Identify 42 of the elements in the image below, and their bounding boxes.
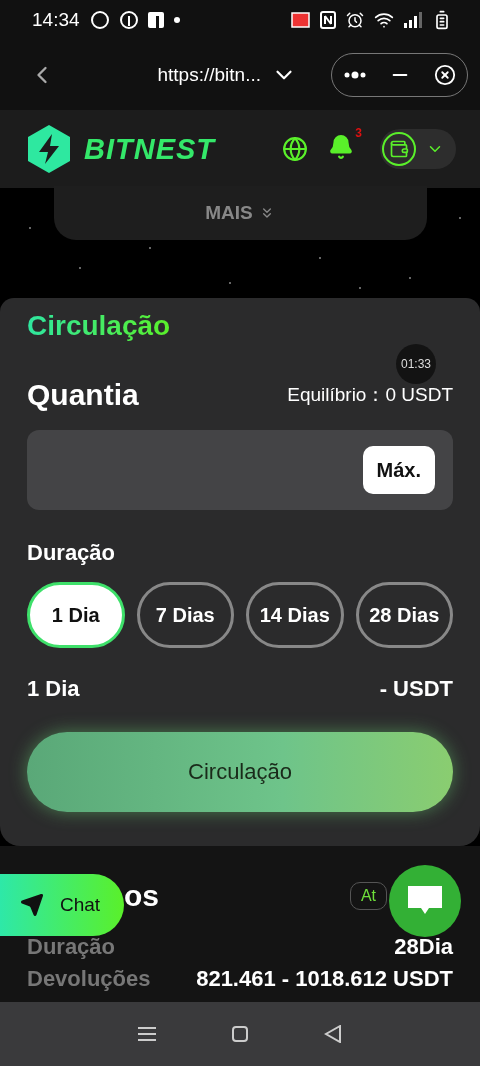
notifications-icon[interactable]: [328, 134, 354, 160]
alarm-icon: [346, 11, 364, 29]
balance-value: 0 USDT: [385, 384, 453, 406]
wallet-icon: [389, 139, 409, 159]
status-time: 14:34: [32, 9, 80, 31]
balance-label: Equilíbrio：: [287, 383, 386, 407]
detail-value: 821.461 - 1018.612 USDT: [196, 966, 453, 992]
section-title: os: [124, 879, 159, 913]
home-icon[interactable]: [232, 1026, 248, 1042]
duration-label: Duração: [27, 540, 117, 566]
nfc-icon: [320, 11, 336, 29]
logo-icon: [26, 124, 72, 174]
chat-button[interactable]: Chat: [0, 874, 124, 936]
detail-label: Devoluções: [27, 966, 151, 992]
summary-amount: - USDT: [379, 676, 453, 702]
send-icon: [20, 893, 44, 917]
close-icon[interactable]: [433, 64, 456, 86]
duration-option[interactable]: 14 Dias: [246, 582, 344, 648]
max-button[interactable]: Máx.: [362, 446, 435, 494]
notification-dot-icon: [173, 17, 180, 23]
duration-option[interactable]: 28 Dias: [355, 582, 453, 648]
notification-count: 3: [355, 126, 362, 140]
duration-option[interactable]: 1 Dia: [27, 582, 125, 648]
detail-label: Duração: [27, 934, 116, 960]
wifi-icon: [374, 10, 394, 30]
amount-field[interactable]: Máx.: [27, 430, 453, 510]
submit-button[interactable]: Circulação: [27, 732, 453, 812]
status-badge: At: [349, 882, 387, 910]
menu-icon[interactable]: [138, 1026, 156, 1042]
signal-icon: [404, 12, 422, 28]
url-text: https://bitn...: [157, 64, 261, 86]
wallet-button[interactable]: [380, 129, 456, 169]
language-icon[interactable]: [282, 136, 308, 162]
more-icon[interactable]: [343, 71, 366, 79]
more-button[interactable]: MAIS: [53, 186, 427, 240]
summary-duration: 1 Dia: [27, 676, 80, 702]
duration-option[interactable]: 7 Dias: [136, 582, 234, 648]
cast-icon: [290, 12, 310, 28]
detail-value: 28Dia: [394, 934, 453, 960]
brand-name: BITNEST: [84, 132, 216, 166]
amount-label: Quantia: [27, 378, 139, 412]
back-icon[interactable]: [324, 1025, 342, 1043]
